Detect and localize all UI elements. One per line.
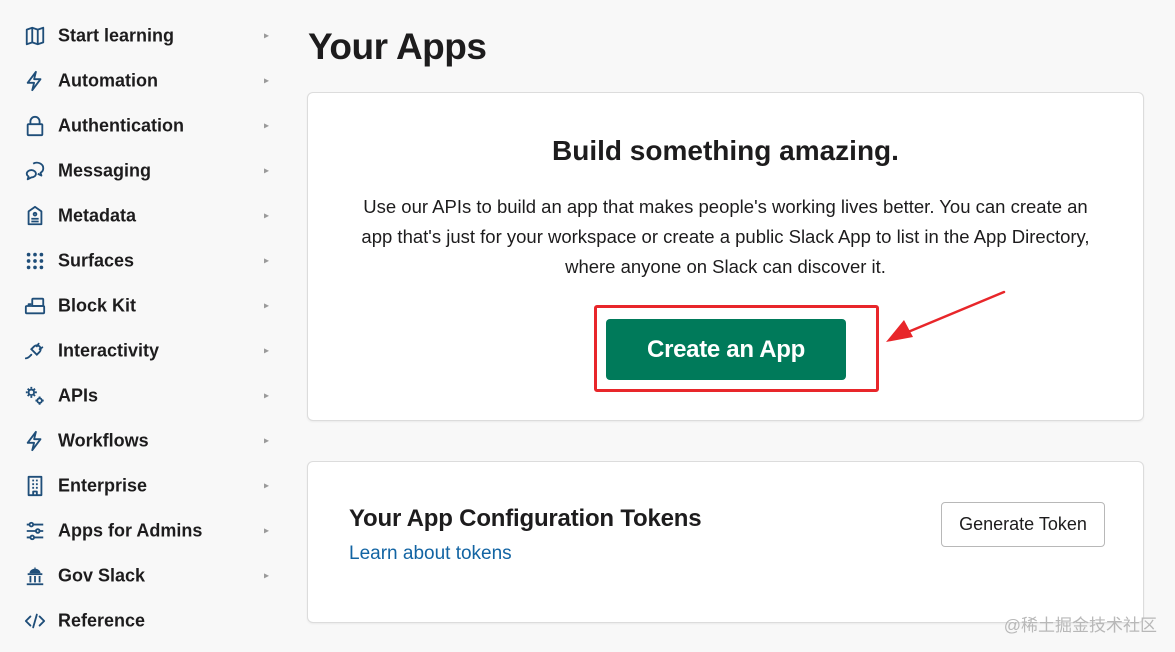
watermark: @稀土掘金技术社区 [1003,616,1157,635]
sidebar-item-label: Workflows [58,430,149,450]
learn-about-tokens-link[interactable]: Learn about tokens [349,543,512,565]
lightning-icon [24,430,46,452]
sidebar-item-authentication[interactable]: Authentication ▸ [0,103,285,148]
sidebar-item-label: Block Kit [58,295,137,315]
chat-bubbles-icon [24,160,46,182]
build-description: Use our APIs to build an app that makes … [361,196,1090,277]
sidebar-item-label: Apps for Admins [58,520,203,540]
annotation-arrow-icon [886,290,1006,342]
create-app-button[interactable]: Create an App [606,319,846,380]
lightning-icon [24,70,46,92]
chevron-right-icon: ▸ [264,210,270,221]
lock-icon [24,115,46,137]
sidebar-item-interactivity[interactable]: Interactivity ▸ [0,328,285,373]
chevron-right-icon: ▸ [264,390,270,401]
document-tag-icon [24,205,46,227]
build-heading: Build something amazing. [552,135,899,166]
tokens-heading: Your App Configuration Tokens [349,505,702,532]
sidebar-item-messaging[interactable]: Messaging ▸ [0,148,285,193]
sidebar-item-surfaces[interactable]: Surfaces ▸ [0,238,285,283]
plug-icon [24,340,46,362]
build-app-card: Build something amazing. Use our APIs to… [307,92,1144,421]
sidebar-item-gov-slack[interactable]: Gov Slack ▸ [0,553,285,598]
chevron-right-icon: ▸ [264,120,270,131]
chevron-right-icon: ▸ [264,345,270,356]
page-title: Your Apps [308,26,487,67]
government-building-icon [24,565,46,587]
sidebar-item-enterprise[interactable]: Enterprise ▸ [0,463,285,508]
sidebar-item-metadata[interactable]: Metadata ▸ [0,193,285,238]
sidebar-item-apps-for-admins[interactable]: Apps for Admins ▸ [0,508,285,553]
chevron-right-icon: ▸ [264,30,270,41]
chevron-right-icon: ▸ [264,300,270,311]
config-tokens-card: Your App Configuration Tokens Learn abou… [307,461,1144,623]
chevron-right-icon: ▸ [264,165,270,176]
sidebar-item-start-learning[interactable]: Start learning ▸ [0,13,285,58]
chevron-right-icon: ▸ [264,480,270,491]
sidebar-item-label: Enterprise [58,475,148,495]
map-icon [24,25,46,47]
sidebar-item-label: Interactivity [58,340,160,360]
sliders-icon [24,520,46,542]
gears-icon [24,385,46,407]
page: Start learning ▸ Automation ▸ Authentica… [0,0,1175,652]
dots-grid-icon [24,250,46,272]
sidebar-item-label: Reference [58,610,146,630]
sidebar-item-apis[interactable]: APIs ▸ [0,373,285,418]
sidebar-item-label: Surfaces [58,250,135,270]
sidebar-item-label: Automation [58,70,158,90]
sidebar-item-label: Start learning [58,25,175,45]
sidebar-item-label: Authentication [58,115,184,135]
sidebar-item-workflows[interactable]: Workflows ▸ [0,418,285,463]
sidebar-item-label: APIs [58,385,99,405]
chevron-right-icon: ▸ [264,570,270,581]
generate-token-button[interactable]: Generate Token [941,502,1105,547]
sidebar-item-block-kit[interactable]: Block Kit ▸ [0,283,285,328]
sidebar-item-reference[interactable]: Reference [0,598,285,643]
chevron-right-icon: ▸ [264,525,270,536]
chevron-right-icon: ▸ [264,75,270,86]
sidebar-item-label: Messaging [58,160,152,180]
chevron-right-icon: ▸ [264,435,270,446]
building-icon [24,475,46,497]
sidebar-nav: Start learning ▸ Automation ▸ Authentica… [0,0,290,652]
code-icon [24,610,46,632]
chevron-right-icon: ▸ [264,255,270,266]
sidebar-item-automation[interactable]: Automation ▸ [0,58,285,103]
blocks-icon [24,295,46,317]
sidebar-item-label: Metadata [58,205,137,225]
sidebar-item-label: Gov Slack [58,565,146,585]
